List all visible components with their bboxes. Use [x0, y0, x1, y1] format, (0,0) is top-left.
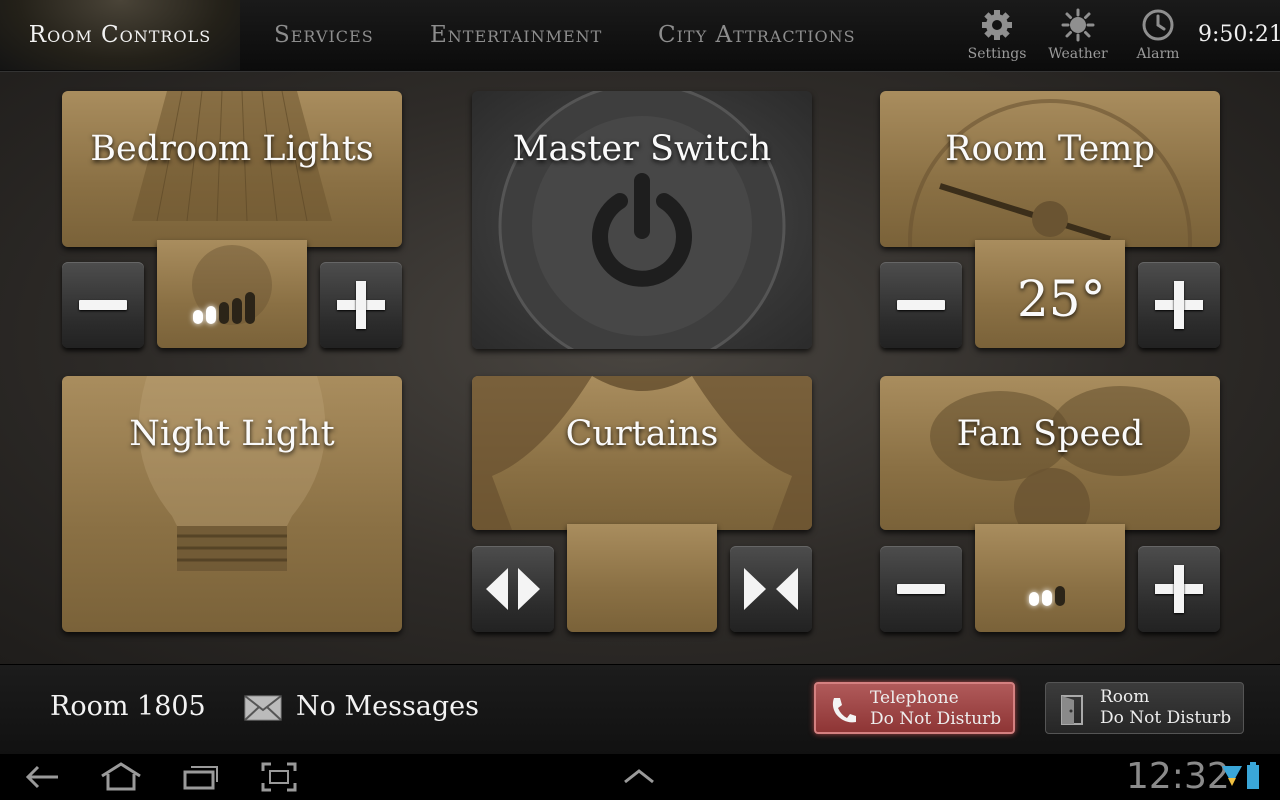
alarm-button[interactable]: Alarm	[1123, 6, 1193, 66]
home-icon[interactable]	[98, 760, 144, 794]
room-controls-panel: Bedroom Lights Master Switch Room Temp 2…	[0, 72, 1280, 664]
room-dnd-line2: Do Not Disturb	[1100, 708, 1232, 728]
room-temp-title: Room Temp	[945, 129, 1155, 169]
bedroom-lights-title: Bedroom Lights	[90, 129, 374, 169]
bedroom-lights-tile: Bedroom Lights	[62, 91, 402, 247]
night-light-title: Night Light	[129, 414, 335, 454]
bedroom-lights-increase-button[interactable]	[320, 262, 402, 348]
clock-icon	[1142, 9, 1174, 41]
telephone-do-not-disturb-button[interactable]: Telephone Do Not Disturb	[814, 682, 1015, 734]
curtains-close-button[interactable]	[730, 546, 812, 632]
top-navigation-bar: Room Controls Services Entertainment Cit…	[0, 0, 1280, 72]
room-do-not-disturb-button[interactable]: Room Do Not Disturb	[1045, 682, 1244, 734]
room-temp-decrease-button[interactable]	[880, 262, 962, 348]
room-number: Room 1805	[50, 691, 206, 722]
room-temp-value-panel: 25°	[975, 240, 1125, 348]
envelope-icon	[244, 695, 282, 721]
room-temp-value: 25°	[1017, 270, 1106, 328]
level-bar	[232, 298, 242, 324]
door-icon	[1061, 695, 1083, 725]
sun-icon	[1061, 8, 1095, 42]
room-temp-tile: Room Temp	[880, 91, 1220, 247]
settings-button[interactable]: Settings	[962, 6, 1032, 66]
plus-icon-vertical	[1174, 565, 1184, 613]
level-bar	[219, 302, 229, 324]
telephone-dnd-line2: Do Not Disturb	[870, 709, 1002, 729]
back-icon[interactable]	[22, 760, 62, 794]
bedroom-lights-base	[157, 240, 307, 348]
phone-icon	[832, 698, 856, 723]
chevron-up-icon[interactable]	[622, 766, 656, 786]
power-icon	[592, 173, 692, 287]
bedroom-lights-decrease-button[interactable]	[62, 262, 144, 348]
recent-apps-icon[interactable]	[182, 760, 220, 794]
fan-speed-title: Fan Speed	[956, 414, 1144, 454]
system-navigation-bar: 12:32	[0, 754, 1280, 800]
level-bar	[245, 292, 255, 324]
level-bar	[1055, 586, 1065, 606]
night-light-button[interactable]: Night Light	[62, 376, 402, 632]
room-dnd-label: Room Do Not Disturb	[1100, 687, 1231, 729]
curtains-tile: Curtains	[472, 376, 812, 530]
gear-icon	[982, 10, 1012, 40]
fan-speed-increase-button[interactable]	[1138, 546, 1220, 632]
close-arrows-icon	[744, 568, 798, 610]
level-bar	[193, 310, 203, 324]
thermometer-dial-illustration	[908, 99, 1192, 247]
wifi-signal-icon	[1222, 766, 1242, 786]
tab-city-attractions[interactable]: City Attractions	[658, 0, 856, 70]
level-bar	[1029, 592, 1039, 606]
tab-services[interactable]: Services	[274, 0, 374, 70]
open-arrows-icon	[486, 568, 540, 610]
settings-label: Settings	[967, 46, 1027, 62]
telephone-dnd-label: Telephone Do Not Disturb	[870, 688, 1001, 730]
telephone-dnd-line1: Telephone	[870, 688, 959, 708]
curtains-open-button[interactable]	[472, 546, 554, 632]
minus-icon	[79, 300, 127, 310]
minus-icon	[897, 300, 945, 310]
plus-icon-vertical	[356, 281, 366, 329]
fan-speed-base-panel	[975, 524, 1125, 632]
clock-readout: 9:50:21	[1198, 22, 1280, 47]
minus-icon	[897, 584, 945, 594]
weather-label: Weather	[1048, 46, 1108, 62]
level-bar	[206, 306, 216, 324]
master-switch-button[interactable]: Master Switch	[472, 91, 812, 349]
tab-entertainment[interactable]: Entertainment	[430, 0, 602, 70]
alarm-label: Alarm	[1136, 46, 1180, 62]
fan-speed-level-indicator	[1029, 586, 1065, 606]
messages-status[interactable]: No Messages	[296, 691, 479, 722]
fan-speed-decrease-button[interactable]	[880, 546, 962, 632]
master-switch-title: Master Switch	[512, 129, 772, 169]
battery-icon	[1247, 762, 1259, 789]
fan-speed-tile: Fan Speed	[880, 376, 1220, 530]
weather-button[interactable]: Weather	[1043, 6, 1113, 66]
screenshot-icon[interactable]	[260, 760, 298, 794]
system-clock: 12:32	[1126, 756, 1230, 797]
status-bar: Room 1805 No Messages Telephone Do Not D…	[0, 664, 1280, 754]
plus-icon-vertical	[1174, 281, 1184, 329]
level-bar	[1042, 590, 1052, 606]
curtains-title: Curtains	[565, 414, 719, 454]
room-dnd-line1: Room	[1100, 687, 1150, 707]
curtains-base-panel	[567, 524, 717, 632]
lamp-illustration	[132, 91, 332, 222]
tab-room-controls[interactable]: Room Controls	[0, 0, 240, 70]
bedroom-lights-level-indicator	[193, 292, 255, 324]
room-temp-increase-button[interactable]	[1138, 262, 1220, 348]
